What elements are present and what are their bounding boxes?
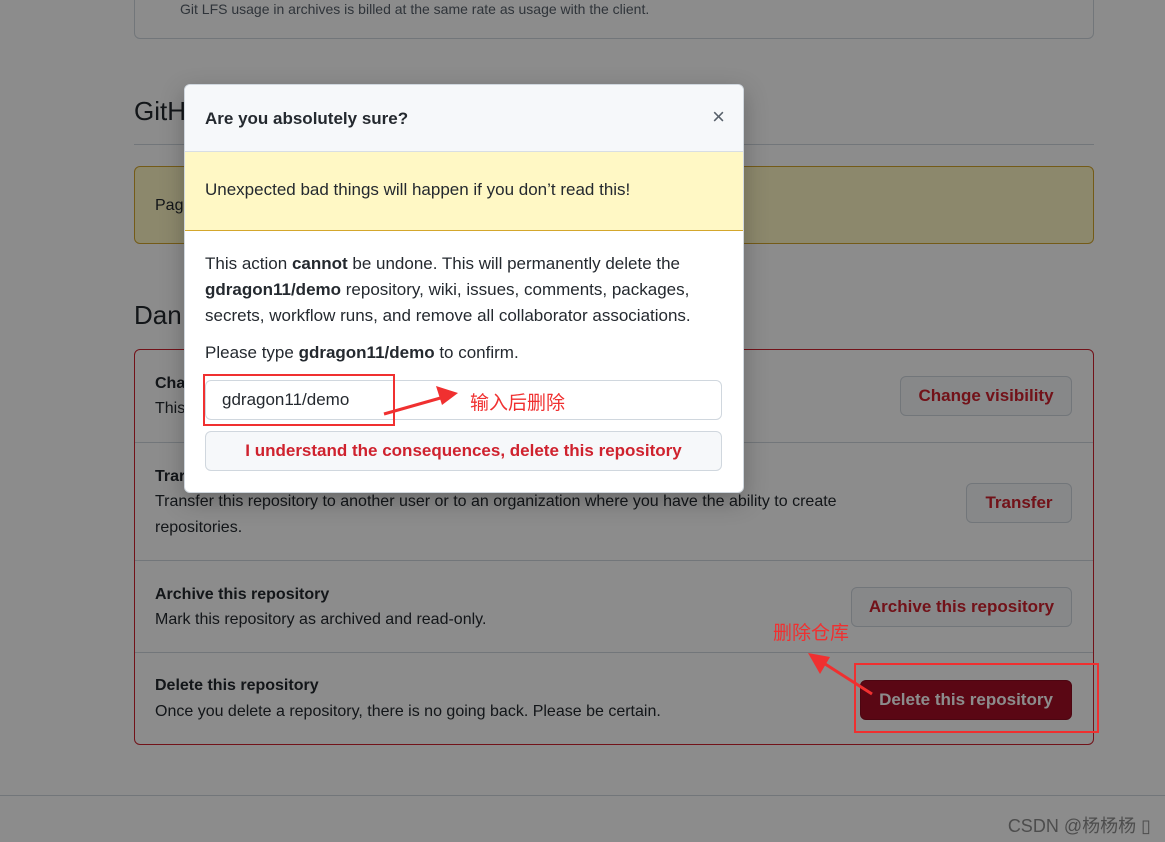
dialog-warning-flash: Unexpected bad things will happen if you… (185, 152, 743, 231)
delete-annotation-label: 删除仓库 (773, 623, 850, 644)
confirm-delete-dialog: Are you absolutely sure? × Unexpected ba… (184, 84, 744, 493)
confirm-prefix: Please type (205, 343, 299, 362)
body-emphasis-cannot: cannot (291, 254, 348, 273)
settings-page: Git LFS usage in archives is billed at t… (0, 0, 1165, 842)
confirm-instruction: Please type gdragon11/demo to confirm. (205, 343, 519, 363)
input-annotation-label: 输入后删除 (470, 393, 566, 414)
body-repo-name: gdragon11/demo (205, 280, 342, 299)
dialog-title: Are you absolutely sure? (205, 109, 409, 128)
confirm-delete-button[interactable]: I understand the consequences, delete th… (205, 431, 722, 471)
close-icon[interactable]: × (712, 105, 725, 129)
dialog-header: Are you absolutely sure? × (185, 85, 743, 152)
body-text-part: This action (205, 254, 292, 273)
confirm-repo-name: gdragon11/demo (298, 343, 435, 362)
input-highlight-box (203, 374, 395, 426)
dialog-body-text: This action cannot be undone. This will … (205, 251, 725, 329)
delete-button-highlight-box (854, 663, 1099, 733)
body-text-part: be undone. This will permanently delete … (347, 254, 681, 273)
confirm-suffix: to confirm. (434, 343, 519, 362)
dialog-warning-text: Unexpected bad things will happen if you… (205, 180, 631, 199)
